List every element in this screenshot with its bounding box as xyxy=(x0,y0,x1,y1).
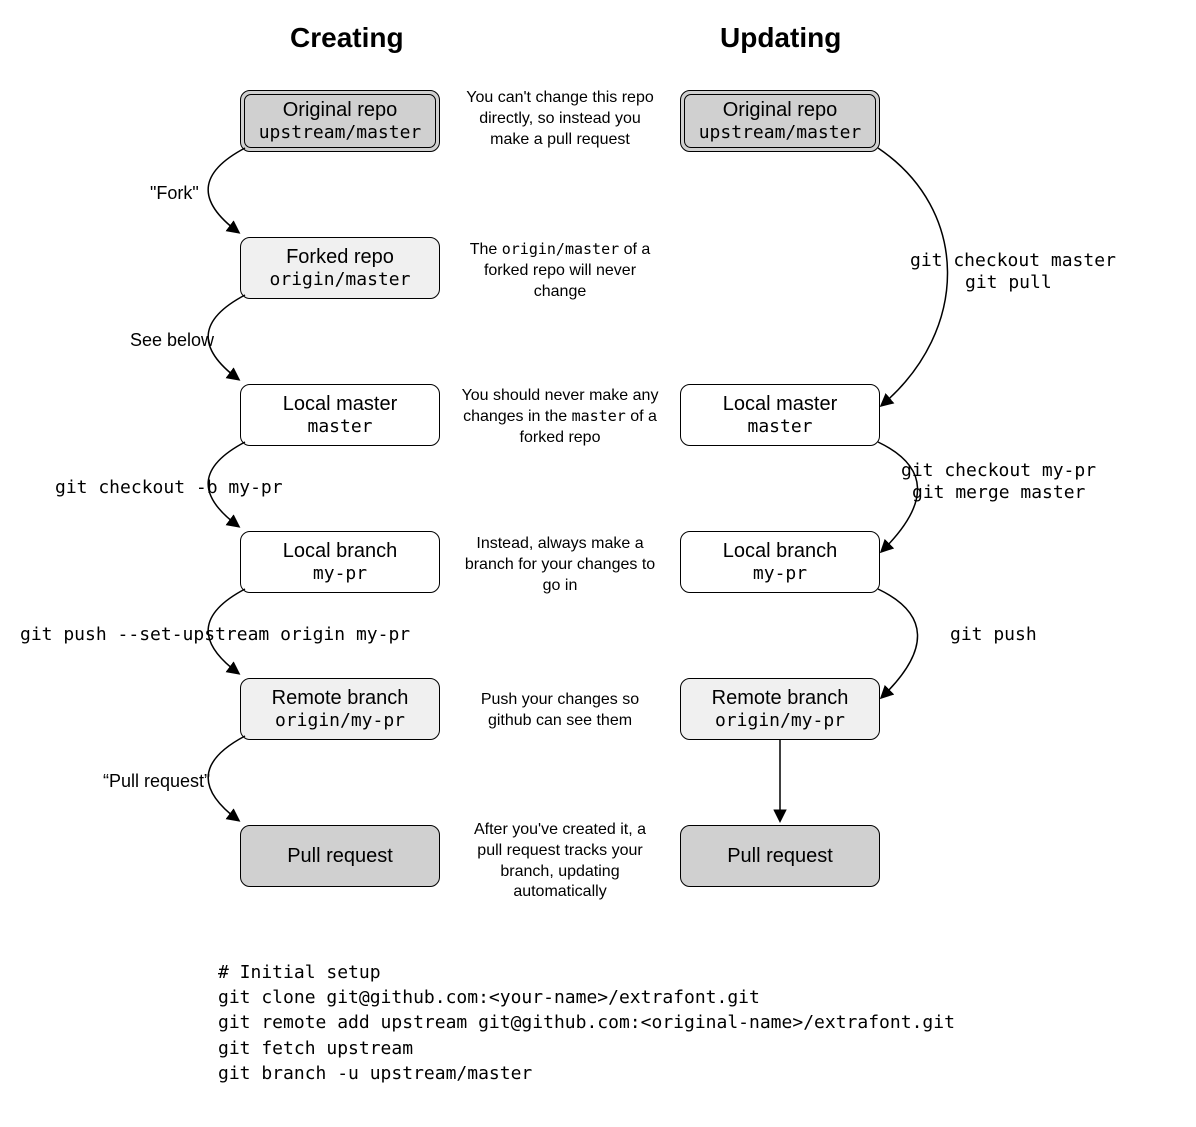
edge-label-see-below: See below xyxy=(130,330,214,351)
node-title: Remote branch xyxy=(272,687,409,710)
node-sub: my-pr xyxy=(753,563,807,584)
node-remote-branch-updating: Remote branch origin/my-pr xyxy=(680,678,880,740)
desc-forked-repo: The origin/master of a forked repo will … xyxy=(460,240,660,302)
node-title: Forked repo xyxy=(286,246,394,269)
initial-setup-block: # Initial setup git clone git@github.com… xyxy=(218,960,955,1086)
node-local-branch-updating: Local branch my-pr xyxy=(680,531,880,593)
node-pull-request-creating: Pull request xyxy=(240,825,440,887)
desc-pull-request: After you've created it, a pull request … xyxy=(460,820,660,903)
node-local-master-creating: Local master master xyxy=(240,384,440,446)
edge-label-fork: "Fork" xyxy=(150,183,199,204)
node-title: Pull request xyxy=(727,845,833,868)
node-title: Local branch xyxy=(283,540,398,563)
node-title: Remote branch xyxy=(712,687,849,710)
node-local-branch-creating: Local branch my-pr xyxy=(240,531,440,593)
node-title: Local master xyxy=(283,393,398,416)
node-sub: origin/my-pr xyxy=(275,710,405,731)
node-remote-branch-creating: Remote branch origin/my-pr xyxy=(240,678,440,740)
node-sub: origin/master xyxy=(270,269,411,290)
heading-updating: Updating xyxy=(720,22,841,54)
heading-creating: Creating xyxy=(290,22,404,54)
node-original-repo-updating: Original repo upstream/master xyxy=(680,90,880,152)
node-title: Original repo xyxy=(723,99,838,122)
node-title: Original repo xyxy=(283,99,398,122)
desc-local-master: You should never make any changes in the… xyxy=(460,386,660,448)
text: The xyxy=(470,241,502,258)
node-sub: master xyxy=(747,416,812,437)
edge-label-checkout-mypr: git checkout my-pr xyxy=(901,460,1096,481)
edge-label-git-push: git push xyxy=(950,624,1037,645)
node-original-repo-creating: Original repo upstream/master xyxy=(240,90,440,152)
desc-original-repo: You can't change this repo directly, so … xyxy=(460,88,660,150)
node-title: Local master xyxy=(723,393,838,416)
node-sub: upstream/master xyxy=(259,122,422,143)
node-local-master-updating: Local master master xyxy=(680,384,880,446)
desc-local-branch: Instead, always make a branch for your c… xyxy=(460,534,660,596)
code-text: master xyxy=(572,407,626,425)
node-sub: upstream/master xyxy=(699,122,862,143)
node-title: Pull request xyxy=(287,845,393,868)
node-forked-repo: Forked repo origin/master xyxy=(240,237,440,299)
desc-remote-branch: Push your changes so github can see them xyxy=(460,690,660,732)
edge-label-git-pull: git pull xyxy=(965,272,1052,293)
edge-label-push-upstream: git push --set-upstream origin my-pr xyxy=(20,624,410,645)
code-text: origin/master xyxy=(502,240,619,258)
node-sub: origin/my-pr xyxy=(715,710,845,731)
node-title: Local branch xyxy=(723,540,838,563)
edge-label-checkout-b: git checkout -b my-pr xyxy=(55,477,283,498)
edge-label-merge-master: git merge master xyxy=(912,482,1085,503)
edge-label-checkout-master: git checkout master xyxy=(910,250,1116,271)
node-sub: my-pr xyxy=(313,563,367,584)
node-pull-request-updating: Pull request xyxy=(680,825,880,887)
edge-label-pull-request: “Pull request” xyxy=(103,771,210,792)
node-sub: master xyxy=(307,416,372,437)
